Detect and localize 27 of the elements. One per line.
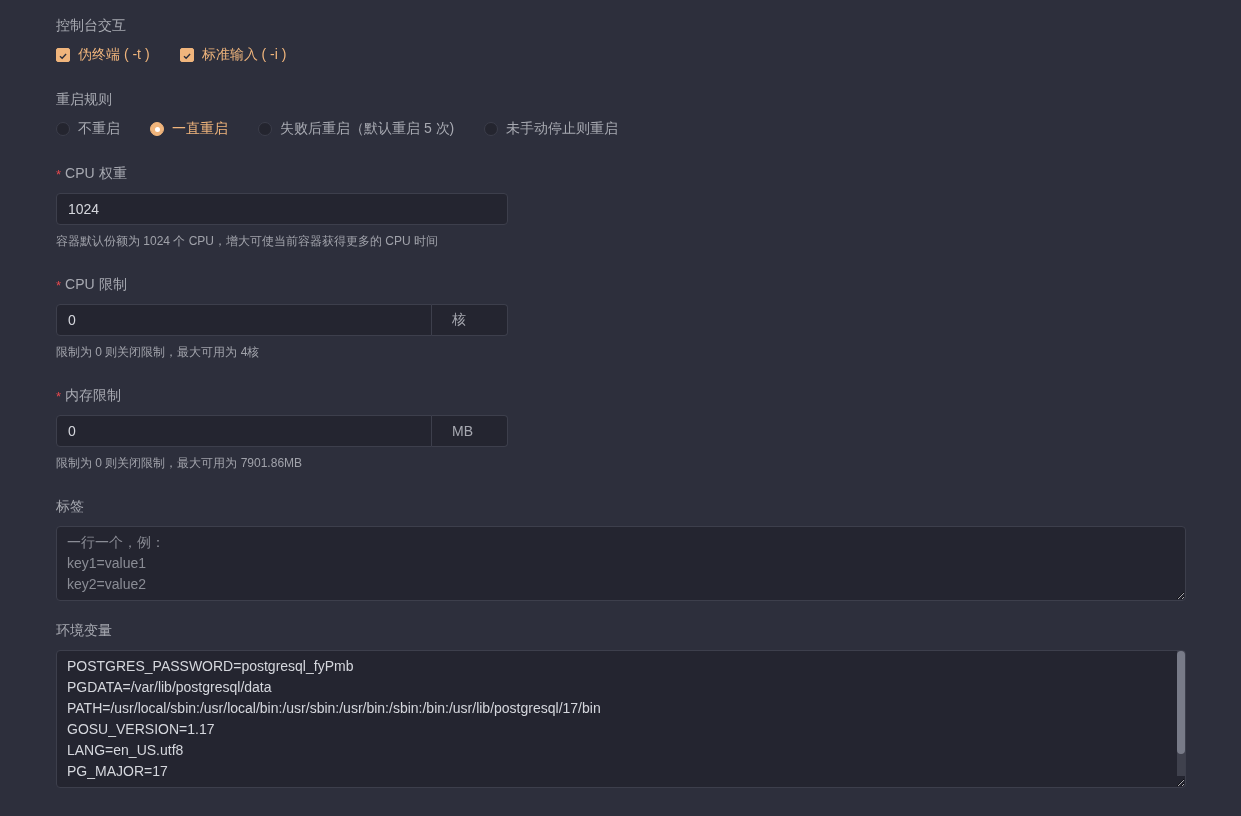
required-mark: * (56, 166, 62, 182)
unit-label: 核 (432, 304, 508, 336)
required-mark: * (56, 277, 62, 293)
help-text: 限制为 0 则关闭限制，最大可用为 4核 (56, 345, 261, 359)
input-field[interactable]: 0 (56, 304, 432, 336)
checkbox[interactable]: 标准输入 ( -i ) (179, 46, 287, 64)
field-label: 重启规则 (56, 91, 112, 109)
field-label: 标签 (56, 498, 84, 516)
field-label: 内存限制 (65, 387, 122, 405)
field-label: CPU 权重 (65, 165, 127, 183)
field-label: 控制台交互 (56, 17, 126, 35)
text-area[interactable]: POSTGRES_PASSWORD=postgresql_fyPmb PGDATA=/var/lib/postgresql/data PATH=/usr/local/sbin:/usr/local/bin:/usr/sbin:/usr/bin:/sbin:/bin:/usr/lib/postgresql/17/bin GOSU_VERSION=1.17 LANG=en_US.utf8 PG_MAJOR=17 (56, 650, 1186, 788)
unit-label: MB (432, 415, 508, 447)
input-field[interactable]: 0 (56, 415, 432, 447)
radio-button[interactable]: 失败后重启（默认重启 5 次) (258, 120, 455, 138)
radio-button[interactable]: 未手动停止则重启 (484, 120, 619, 138)
help-text: 限制为 0 则关闭限制，最大可用为 7901.86MB (56, 456, 304, 470)
checkbox[interactable]: 伪终端 ( -t ) (56, 46, 150, 64)
help-text: 容器默认份额为 1024 个 CPU，增大可使当前容器获得更多的 CPU 时间 (56, 234, 440, 248)
radio-button[interactable]: 一直重启 (150, 120, 228, 138)
field-label: CPU 限制 (65, 276, 127, 294)
field-label: 环境变量 (56, 622, 112, 640)
scrollbar[interactable] (1177, 651, 1185, 776)
radio-button[interactable]: 不重启 (56, 120, 120, 138)
required-mark: * (56, 388, 62, 404)
text-area[interactable]: 一行一个，例： key1=value1 key2=value2 (56, 526, 1186, 601)
input-field[interactable]: 1024 (56, 193, 508, 225)
